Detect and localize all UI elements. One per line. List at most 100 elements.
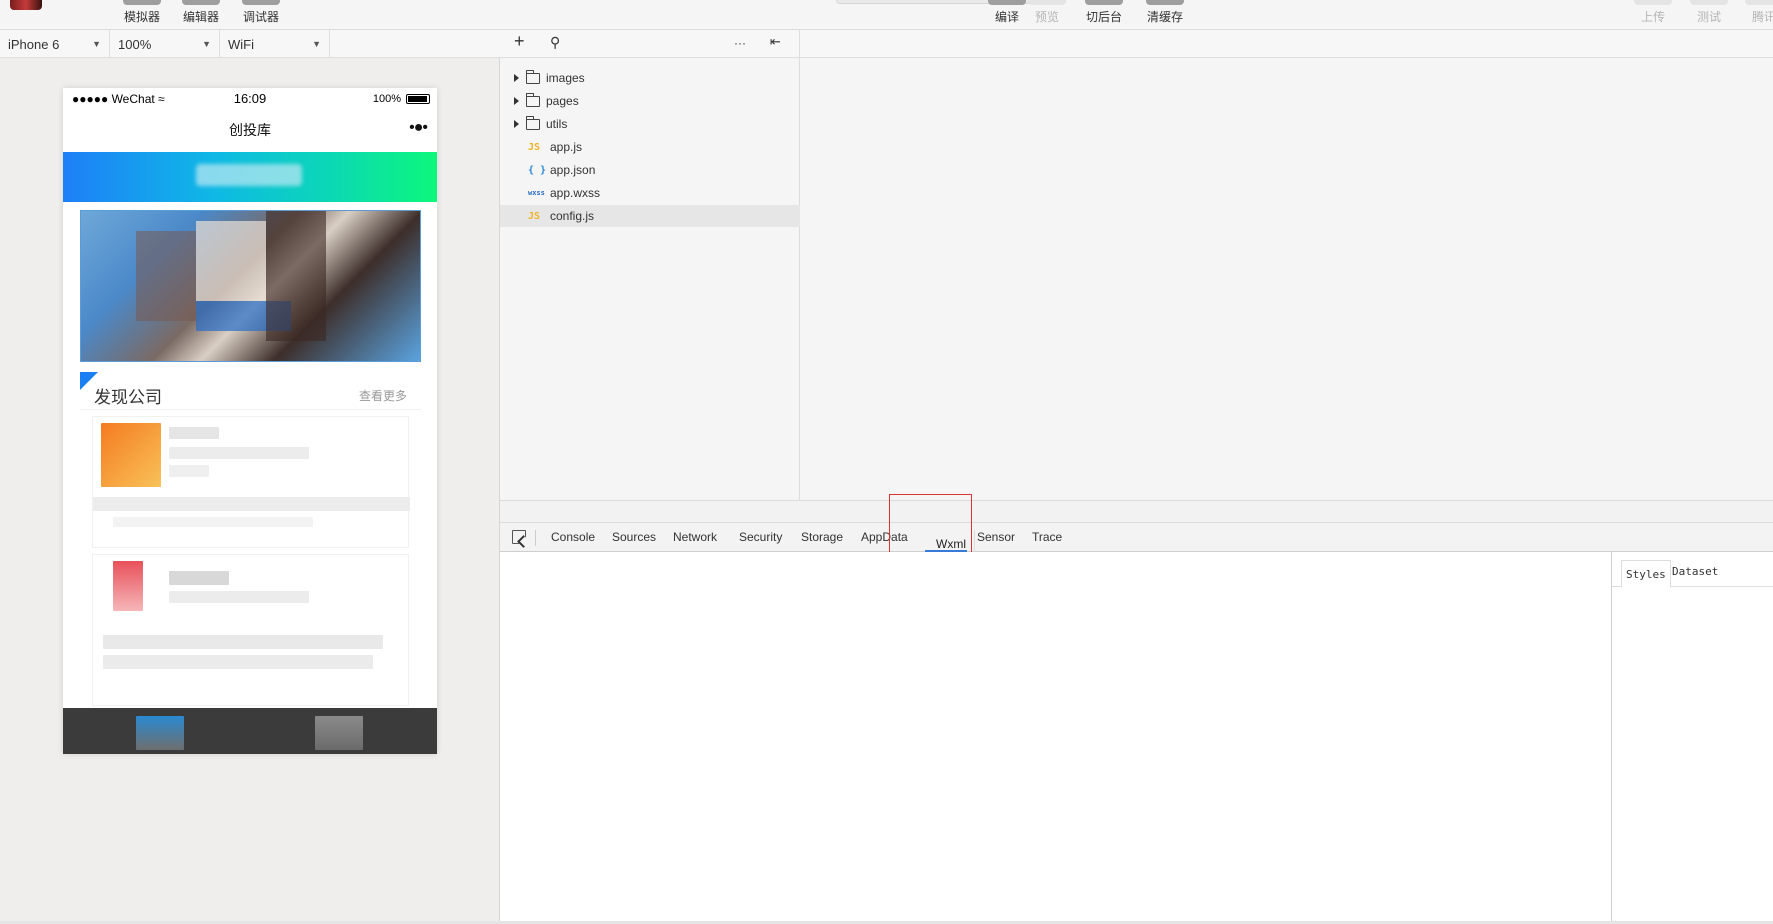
file-tree: images pages utils JS app.js { } app.jso… — [500, 58, 800, 500]
expand-caret-icon[interactable] — [514, 97, 519, 105]
blurred-header-text — [196, 164, 302, 186]
blurred-text — [169, 447, 309, 459]
tree-folder-images[interactable]: images — [500, 67, 800, 89]
code-editor-area[interactable] — [800, 58, 1773, 500]
toggle-knob — [1634, 0, 1672, 5]
divider — [535, 530, 536, 546]
upload-button[interactable]: 上传 — [1634, 0, 1672, 30]
toggle-knob — [988, 0, 1026, 5]
devtools-tab-bar: Console Sources Network Security Storage… — [500, 522, 1773, 558]
expand-caret-icon[interactable] — [514, 120, 519, 128]
js-file-icon: JS — [528, 210, 541, 222]
toggle-knob — [1028, 0, 1066, 5]
tab-home-icon[interactable] — [136, 716, 184, 750]
blurred-text — [169, 465, 209, 477]
tree-folder-utils[interactable]: utils — [500, 113, 800, 135]
test-label: 测试 — [1696, 10, 1721, 24]
tree-item-label: pages — [546, 94, 579, 108]
view-more-link[interactable]: 查看更多 — [359, 387, 407, 404]
clear-cache-label: 清缓存 — [1146, 10, 1183, 24]
panel-resize-handle[interactable] — [500, 500, 1773, 522]
tab-security[interactable]: Security — [739, 530, 782, 544]
add-file-icon[interactable]: + — [514, 31, 525, 52]
file-tree-toolbar: + ⚲ ··· ⇤ — [500, 30, 800, 58]
pixelated-region — [136, 231, 196, 321]
editor-tab-bar — [800, 30, 1773, 58]
toggle-knob — [1085, 0, 1123, 5]
zoom-select[interactable]: 100% ▼ — [110, 30, 220, 58]
wxml-panel[interactable] — [500, 552, 1612, 924]
tab-profile-icon[interactable] — [315, 716, 363, 750]
clear-cache-button[interactable]: 清缓存 — [1146, 0, 1184, 30]
compile-button[interactable]: 编译 — [988, 0, 1026, 30]
blurred-text — [169, 571, 229, 585]
search-icon[interactable]: ⚲ — [550, 34, 560, 51]
json-file-icon: { } — [528, 164, 547, 176]
tree-item-label: config.js — [550, 209, 595, 223]
nav-title: 创投库 — [229, 123, 271, 139]
tab-sources[interactable]: Sources — [612, 530, 656, 544]
tab-trace[interactable]: Trace — [1032, 530, 1062, 544]
tab-dataset[interactable]: Dataset — [1672, 565, 1718, 578]
expand-caret-icon[interactable] — [514, 74, 519, 82]
preview-label: 预览 — [1034, 10, 1059, 24]
folder-icon — [526, 115, 540, 130]
tree-item-label: app.js — [550, 140, 583, 154]
gradient-header — [63, 152, 437, 202]
company-logo — [101, 423, 161, 487]
more-options-icon[interactable]: ··· — [734, 36, 746, 50]
chevron-down-icon: ▼ — [92, 39, 101, 49]
blurred-text — [103, 635, 383, 649]
devtools-sidebar: Styles Dataset — [1612, 552, 1773, 924]
tab-sensor[interactable]: Sensor — [977, 530, 1015, 544]
test-button[interactable]: 测试 — [1690, 0, 1728, 30]
chevron-down-icon: ▼ — [312, 39, 321, 49]
company-card[interactable] — [92, 416, 410, 548]
section-header: 发现公司 查看更多 — [80, 372, 421, 410]
collapse-panel-icon[interactable]: ⇤ — [770, 34, 781, 50]
blurred-text — [103, 655, 373, 669]
tree-file-app-wxss[interactable]: wxss app.wxss — [500, 182, 800, 204]
preview-button[interactable]: 预览 — [1028, 0, 1066, 30]
js-file-icon: JS — [528, 141, 541, 153]
background-button[interactable]: 切后台 — [1085, 0, 1123, 30]
network-value: WiFi — [228, 36, 254, 52]
battery-percent: 100% — [372, 93, 401, 105]
network-select[interactable]: WiFi ▼ — [220, 30, 330, 58]
simulator-options-bar: iPhone 6 ▼ 100% ▼ WiFi ▼ — [0, 30, 500, 58]
tab-styles[interactable]: Styles — [1621, 560, 1671, 588]
company-logo — [113, 561, 143, 611]
banner-image[interactable] — [80, 210, 421, 362]
blurred-text — [93, 497, 410, 511]
tree-file-config-js[interactable]: JS config.js — [500, 205, 800, 227]
debugger-toggle-button[interactable]: 调试器 — [242, 0, 280, 30]
company-card[interactable] — [92, 554, 409, 706]
toggle-knob — [182, 0, 220, 5]
section-title: 发现公司 — [94, 388, 162, 408]
mini-program-navbar: 创投库 •●• — [63, 108, 437, 152]
tab-network[interactable]: Network — [673, 530, 717, 544]
tencent-label: 腾讯 — [1751, 10, 1773, 24]
tencent-button[interactable]: 腾讯 — [1745, 0, 1773, 30]
tab-console[interactable]: Console — [551, 530, 595, 544]
device-select[interactable]: iPhone 6 ▼ — [0, 30, 110, 58]
user-avatar[interactable] — [10, 0, 42, 10]
tree-item-label: images — [546, 71, 585, 85]
top-toolbar: 模拟器 编辑器 调试器 编译 预览 切后台 清缓存 上传 测试 腾讯 — [0, 0, 1773, 30]
toggle-knob — [123, 0, 161, 5]
chevron-down-icon: ▼ — [202, 39, 211, 49]
tree-file-app-json[interactable]: { } app.json — [500, 159, 800, 181]
status-bar: ●●●●● WeChat ≈ 16:09 100% — [63, 88, 437, 108]
phone-screen[interactable]: ●●●●● WeChat ≈ 16:09 100% 创投库 •●• 发现公司 查… — [63, 88, 437, 754]
more-dots-icon[interactable]: •●• — [409, 119, 428, 137]
tree-item-label: app.json — [550, 163, 596, 177]
simulator-toggle-button[interactable]: 模拟器 — [123, 0, 161, 30]
battery-icon — [406, 94, 430, 104]
editor-toggle-button[interactable]: 编辑器 — [182, 0, 220, 30]
tree-file-app-js[interactable]: JS app.js — [500, 136, 800, 158]
device-value: iPhone 6 — [8, 36, 60, 52]
pixelated-region — [196, 221, 266, 301]
tree-folder-pages[interactable]: pages — [500, 90, 800, 112]
tab-storage[interactable]: Storage — [801, 530, 843, 544]
element-inspect-icon[interactable] — [512, 530, 526, 544]
